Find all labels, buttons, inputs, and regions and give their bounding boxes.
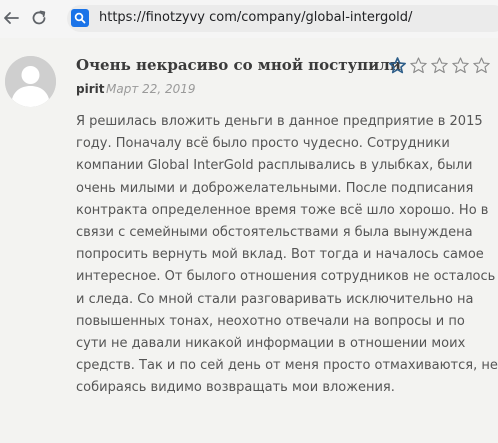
- user-placeholder-icon: [5, 56, 56, 107]
- review-body-line: году. Поначалу всё было просто чудесно. …: [76, 136, 450, 152]
- reload-icon: [32, 10, 46, 25]
- review-author[interactable]: pirit: [76, 82, 104, 96]
- star-empty-icon: [452, 57, 469, 74]
- review-body-line: повышенных тонах, неохотно отвечали на в…: [76, 313, 465, 329]
- reload-button[interactable]: [28, 6, 50, 30]
- star-empty-icon: [431, 57, 448, 74]
- review-body-line: связи с семейными обстоятельствами я был…: [76, 225, 473, 241]
- arrow-left-icon: [4, 12, 19, 24]
- back-button[interactable]: [0, 6, 22, 30]
- url-text[interactable]: https://finotzyvy com/company/global-int…: [99, 10, 412, 25]
- review-body-line: и следа. Со мной стали разговаривать иск…: [76, 291, 474, 307]
- search-favicon: [71, 9, 89, 27]
- review-body-line: средств. Так и по сей день от меня прост…: [76, 358, 498, 374]
- star-empty-icon: [410, 57, 427, 74]
- star-empty-icon: [473, 57, 490, 74]
- search-icon: [74, 12, 86, 24]
- address-bar[interactable]: https://finotzyvy com/company/global-int…: [67, 5, 498, 32]
- avatar: [5, 56, 56, 107]
- review-body-line: интересное. От былого отношения сотрудни…: [76, 269, 496, 285]
- browser-toolbar: https://finotzyvy com/company/global-int…: [0, 0, 498, 38]
- review-body-line: контракта определенное время тоже всё шл…: [76, 202, 489, 218]
- review-date: Март 22, 2019: [106, 82, 196, 96]
- review-body-line: компании Global InterGold расплывались в…: [76, 158, 473, 174]
- review-body-line: Я решилась вложить деньги в данное предп…: [76, 114, 483, 129]
- review-body-line: попросить вернуть мой вклад. Вот тогда и…: [76, 247, 484, 263]
- review-body: Я решилась вложить деньги в данное предп…: [76, 111, 498, 400]
- review-card: Очень некрасиво со мной поступили pirit …: [0, 38, 498, 443]
- review-body-line: очень милыми и доброжелательными. После …: [76, 180, 474, 196]
- rating-stars: [389, 57, 490, 75]
- review-body-line: собираясь видимо возвращать мои вложения…: [76, 380, 395, 396]
- star-filled-icon: [389, 57, 406, 74]
- review-body-line: сути не давали никакой информации в отно…: [76, 336, 466, 352]
- review-title: Очень некрасиво со мной поступили: [76, 56, 401, 74]
